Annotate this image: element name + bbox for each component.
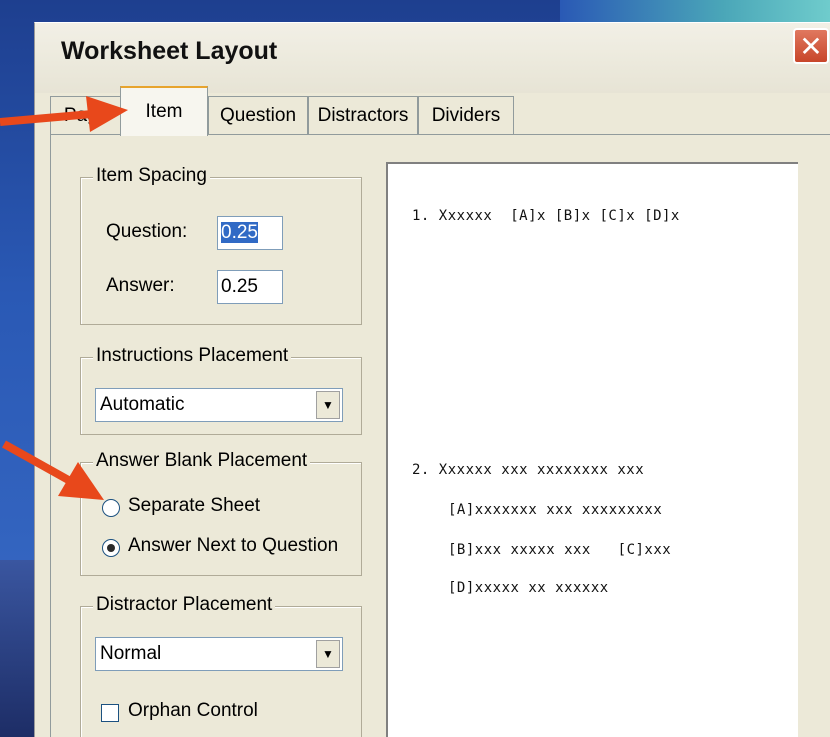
arrow-to-item-tab-icon xyxy=(0,96,128,132)
arrow-to-answer-blank-icon xyxy=(2,440,104,500)
callout-arrows xyxy=(0,96,128,500)
